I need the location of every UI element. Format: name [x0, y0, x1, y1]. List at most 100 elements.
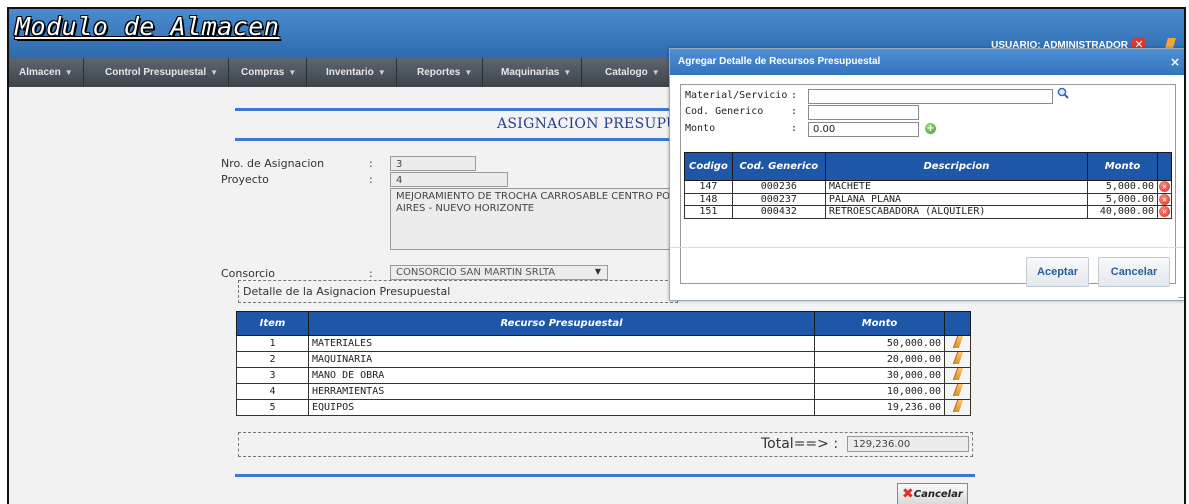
table-row[interactable]: 2 MAQUINARIA 20,000.00	[236, 351, 971, 368]
edit-button[interactable]	[944, 335, 971, 352]
delete-icon: ✕	[1159, 206, 1170, 217]
edit-button[interactable]	[944, 383, 971, 400]
monto-cell: 10,000.00	[814, 383, 945, 400]
menu-compras[interactable]: Compras ▼	[231, 58, 308, 87]
menu-label: Inventario	[326, 67, 374, 78]
monto-cell: 50,000.00	[814, 335, 945, 352]
delete-button[interactable]: ✕	[1157, 192, 1172, 206]
menu-inventario[interactable]: Inventario ▼	[316, 58, 397, 87]
material-input[interactable]	[808, 89, 1053, 104]
descripcion-cell: MACHETE	[824, 180, 1089, 194]
dialog-panel: Material/Servicio : Cod. Generico : Mont…	[680, 84, 1176, 284]
cancel-button[interactable]: ✖Cancelar	[897, 483, 968, 504]
app-window: Modulo de Almacen USUARIO: ADMINISTRADOR…	[7, 7, 1186, 504]
colon: :	[369, 267, 373, 280]
col-header-recurso: Recurso Presupuestal	[308, 311, 815, 336]
menu-label: Reportes	[417, 67, 461, 78]
menu-catalogo[interactable]: Catalogo ▼	[595, 58, 671, 87]
descripcion-cell: PALANA PLANA	[824, 192, 1089, 206]
consorcio-selected-value: CONSORCIO SAN MARTIN SRLTA	[396, 267, 556, 278]
cancel-button-label: Cancelar	[913, 489, 963, 500]
codigo-cell: 147	[684, 180, 733, 194]
chevron-down-icon: ▼	[210, 68, 219, 77]
add-icon[interactable]: +	[925, 123, 936, 134]
menu-maquinarias[interactable]: Maquinarias ▼	[491, 58, 583, 87]
codigo-cell: 151	[684, 205, 733, 219]
bottom-divider	[235, 474, 975, 477]
item-cell: 4	[236, 383, 309, 400]
edit-button[interactable]	[944, 351, 971, 368]
table-row[interactable]: 5 EQUIPOS 19,236.00	[236, 399, 971, 416]
dialog-footer-divider	[670, 247, 1184, 248]
item-cell: 5	[236, 399, 309, 416]
item-cell: 2	[236, 351, 309, 368]
proyecto-code-field[interactable]: 4	[390, 172, 508, 187]
dialog-resources-table: Codigo Cod. Generico Descripcion Monto 1…	[684, 152, 1172, 219]
colon: :	[791, 123, 798, 134]
table-row[interactable]: 1 MATERIALES 50,000.00	[236, 335, 971, 352]
monto-cell: 19,236.00	[814, 399, 945, 416]
proyecto-label: Proyecto	[221, 173, 269, 186]
col-header-actions	[944, 311, 971, 336]
recurso-cell: MAQUINARIA	[308, 351, 815, 368]
search-icon[interactable]	[1057, 87, 1069, 99]
col-header-item: Item	[236, 311, 309, 336]
pencil-icon	[952, 368, 963, 380]
monto-input[interactable]: 0.00	[808, 122, 919, 137]
monto-cell: 5,000.00	[1087, 180, 1158, 194]
chevron-down-icon: ▼	[651, 68, 660, 77]
recurso-cell: HERRAMIENTAS	[308, 383, 815, 400]
pencil-icon	[952, 352, 963, 364]
dialog-cancel-button[interactable]: Cancelar	[1098, 257, 1170, 287]
col-header-cod-generico: Cod. Generico	[731, 152, 826, 181]
pencil-icon	[952, 384, 963, 396]
menu-reportes[interactable]: Reportes ▼	[407, 58, 484, 87]
codgen-input[interactable]	[808, 105, 919, 120]
close-icon: ✖	[902, 486, 914, 502]
pencil-icon	[952, 336, 963, 348]
codgen-label: Cod. Generico	[685, 106, 764, 117]
menu-almacen[interactable]: Almacen ▼	[9, 58, 84, 87]
menu-label: Maquinarias	[501, 67, 560, 78]
edit-button[interactable]	[944, 399, 971, 416]
chevron-down-icon: ▼	[64, 68, 73, 77]
recurso-cell: MATERIALES	[308, 335, 815, 352]
delete-button[interactable]: ✕	[1157, 205, 1172, 219]
menu-label: Compras	[241, 67, 285, 78]
resize-handle[interactable]	[1178, 290, 1184, 298]
total-label: Total==> :	[761, 436, 839, 452]
menu-label: Control Presupuestal	[105, 67, 207, 78]
nro-asignacion-label: Nro. de Asignacion	[221, 157, 325, 170]
table-row[interactable]: 148 000237 PALANA PLANA 5,000.00 ✕	[684, 192, 1172, 206]
item-cell: 1	[236, 335, 309, 352]
proyecto-description-field[interactable]: MEJORAMIENTO DE TROCHA CARROSABLE CENTRO…	[390, 188, 680, 250]
chevron-down-icon: ▼	[594, 267, 601, 276]
chevron-down-icon: ▼	[563, 68, 572, 77]
chevron-down-icon: ▼	[377, 68, 386, 77]
table-row[interactable]: 3 MANO DE OBRA 30,000.00	[236, 367, 971, 384]
add-detail-dialog: Agregar Detalle de Recursos Presupuestal…	[669, 48, 1184, 301]
monto-label: Monto	[685, 123, 716, 134]
cod-generico-cell: 000432	[731, 205, 826, 219]
total-field: 129,236.00	[847, 436, 969, 452]
table-row[interactable]: 4 HERRAMIENTAS 10,000.00	[236, 383, 971, 400]
edit-button[interactable]	[944, 367, 971, 384]
nro-asignacion-field[interactable]: 3	[390, 156, 476, 171]
col-header-actions	[1157, 152, 1172, 181]
chevron-down-icon: ▼	[288, 68, 297, 77]
consorcio-select[interactable]: CONSORCIO SAN MARTIN SRLTA ▼	[390, 265, 608, 280]
menu-label: Catalogo	[605, 67, 648, 78]
delete-button[interactable]: ✕	[1157, 180, 1172, 194]
col-header-monto: Monto	[814, 311, 945, 336]
pencil-icon	[952, 400, 963, 412]
dialog-close-button[interactable]: ×	[1170, 49, 1180, 75]
menu-control-presupuestal[interactable]: Control Presupuestal ▼	[95, 58, 230, 87]
menu-label: Almacen	[19, 67, 61, 78]
colon: :	[369, 157, 373, 170]
page-title: ASIGNACION PRESUPUE	[497, 116, 689, 132]
table-row[interactable]: 151 000432 RETROESCABADORA (ALQUILER) 40…	[684, 205, 1172, 219]
delete-icon: ✕	[1159, 193, 1170, 205]
accept-button[interactable]: Aceptar	[1026, 257, 1089, 287]
colon: :	[791, 90, 798, 101]
table-row[interactable]: 147 000236 MACHETE 5,000.00 ✕	[684, 180, 1172, 194]
